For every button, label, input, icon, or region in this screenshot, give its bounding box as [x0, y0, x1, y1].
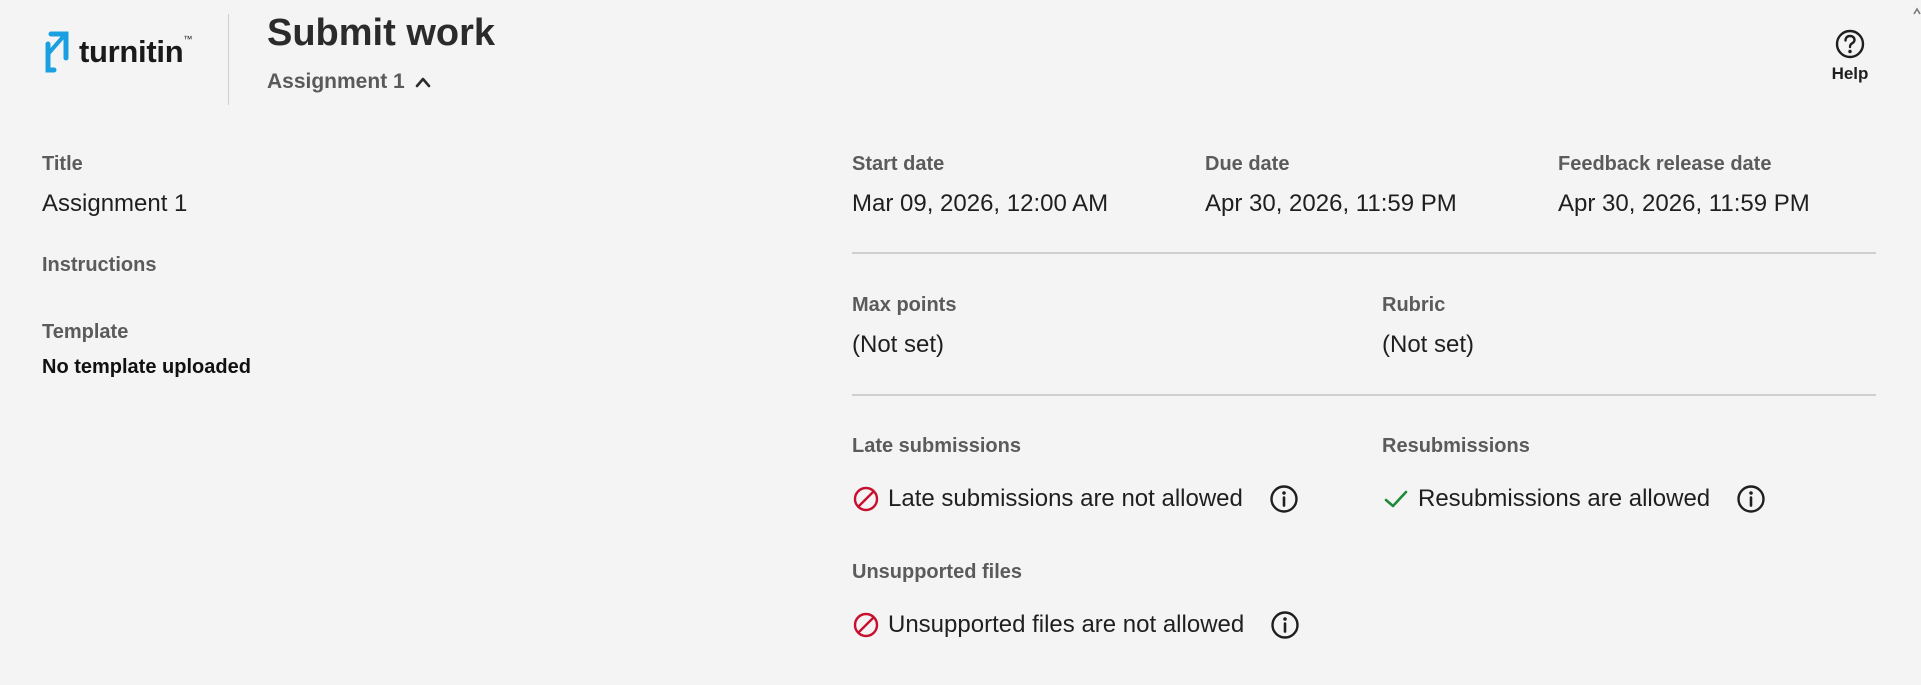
- start-date-label: Start date: [852, 153, 945, 175]
- unsupported-files-status: Unsupported files are not allowed: [852, 610, 1300, 640]
- prohibited-icon: [853, 486, 879, 512]
- unsupported-files-info-button[interactable]: [1270, 610, 1300, 640]
- prohibited-icon: [853, 612, 879, 638]
- template-value: No template uploaded: [42, 356, 251, 378]
- info-circle-icon: [1737, 485, 1765, 513]
- resubmissions-label: Resubmissions: [1382, 435, 1530, 457]
- feedback-release-date-value: Apr 30, 2026, 11:59 PM: [1558, 190, 1810, 217]
- max-points-label: Max points: [852, 294, 957, 316]
- resubmissions-status-text: Resubmissions are allowed: [1418, 485, 1711, 512]
- page-title: Submit work: [267, 12, 496, 54]
- template-label: Template: [42, 321, 129, 343]
- unsupported-files-label: Unsupported files: [852, 561, 1023, 583]
- chevron-up-icon: [415, 77, 431, 88]
- instructions-label: Instructions: [42, 254, 157, 276]
- resubmissions-status: Resubmissions are allowed: [1382, 484, 1766, 514]
- due-date-label: Due date: [1205, 153, 1290, 175]
- late-submissions-status-text: Late submissions are not allowed: [888, 485, 1243, 512]
- help-button[interactable]: Help: [1820, 28, 1880, 84]
- section-divider: [852, 394, 1876, 396]
- late-submissions-info-button[interactable]: [1269, 484, 1299, 514]
- submit-work-page: turnitin™ Submit work Assignment 1 Help …: [0, 0, 1921, 685]
- assignment-toggle-button[interactable]: Assignment 1: [267, 70, 431, 94]
- scrollbar[interactable]: [1913, 0, 1921, 24]
- checkmark-icon: [1384, 490, 1408, 508]
- rubric-value: (Not set): [1382, 331, 1475, 358]
- title-label: Title: [42, 153, 83, 175]
- rubric-label: Rubric: [1382, 294, 1446, 316]
- resubmissions-info-button[interactable]: [1736, 484, 1766, 514]
- section-divider: [852, 252, 1876, 254]
- title-value: Assignment 1: [42, 190, 188, 217]
- info-circle-icon: [1270, 485, 1298, 513]
- assignment-toggle-label: Assignment 1: [267, 70, 405, 93]
- due-date-value: Apr 30, 2026, 11:59 PM: [1205, 190, 1457, 217]
- header-divider: [228, 14, 229, 105]
- feedback-release-date-label: Feedback release date: [1558, 153, 1772, 175]
- help-label: Help: [1831, 64, 1869, 83]
- late-submissions-label: Late submissions: [852, 435, 1021, 457]
- question-circle-icon: [1835, 29, 1865, 59]
- start-date-value: Mar 09, 2026, 12:00 AM: [852, 190, 1109, 217]
- logo-text: turnitin™: [79, 34, 193, 69]
- turnitin-logo[interactable]: turnitin™: [42, 30, 192, 74]
- late-submissions-status: Late submissions are not allowed: [852, 484, 1299, 514]
- unsupported-files-status-text: Unsupported files are not allowed: [888, 611, 1245, 638]
- turnitin-logo-icon: [45, 31, 69, 73]
- trademark-mark: ™: [183, 34, 193, 44]
- info-circle-icon: [1271, 611, 1299, 639]
- max-points-value: (Not set): [852, 331, 945, 358]
